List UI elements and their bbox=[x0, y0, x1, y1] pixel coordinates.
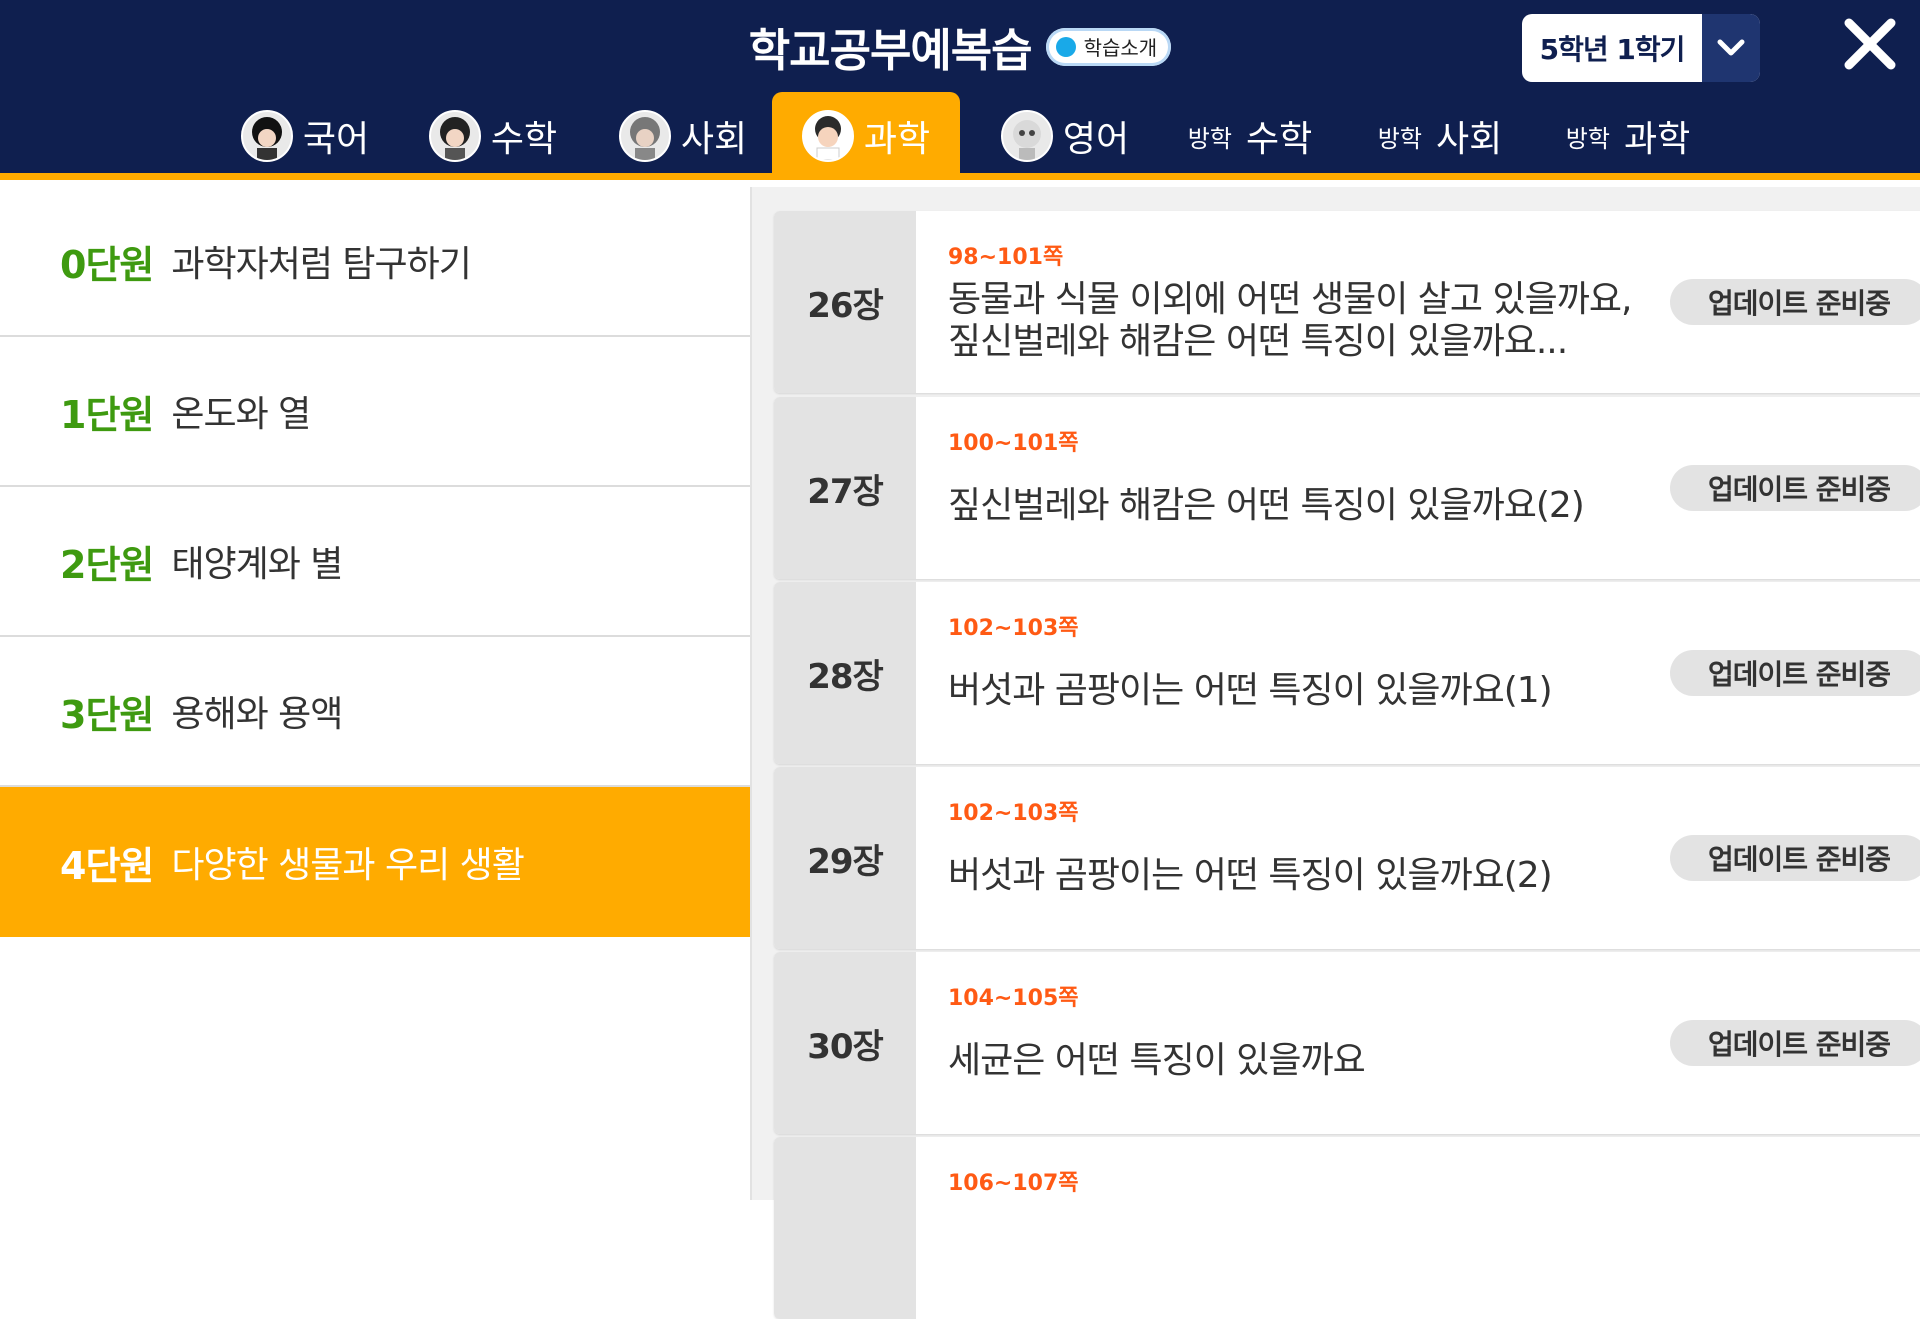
intro-label: 학습소개 bbox=[1083, 36, 1158, 60]
intro-button[interactable]: 학습소개 bbox=[1045, 27, 1172, 66]
unit-number: 3단원 bbox=[60, 692, 154, 737]
top-header: 학교공부예복습 학습소개 5학년 1학기 국어 수학 사회 과학 영어 방학 수… bbox=[0, 0, 1920, 180]
lesson-pages: 102~103쪽 bbox=[948, 801, 1079, 826]
tab-label: 국어 bbox=[302, 119, 370, 160]
english-robot-icon bbox=[1000, 110, 1053, 162]
lesson-title: 버섯과 곰팡이는 어떤 특징이 있을까요(2) bbox=[948, 855, 1553, 896]
unit-number: 0단원 bbox=[60, 242, 154, 287]
lesson-pages: 106~107쪽 bbox=[948, 1171, 1079, 1196]
korean-avatar-icon bbox=[240, 110, 293, 162]
grade-select-value: 5학년 1학기 bbox=[1539, 33, 1686, 66]
dot-icon bbox=[1055, 36, 1076, 57]
tab-vacation-social[interactable]: 방학 사회 bbox=[1365, 92, 1515, 180]
science-avatar-icon bbox=[801, 110, 854, 162]
lesson-item[interactable]: 30장 104~105쪽 세균은 어떤 특징이 있을까요 업데이트 준비중 bbox=[774, 952, 1920, 1134]
lesson-pages: 98~101쪽 bbox=[948, 245, 1064, 270]
unit-item-0[interactable]: 0단원 과학자처럼 탐구하기 bbox=[0, 187, 750, 337]
tab-label: 수학 bbox=[1245, 119, 1313, 160]
unit-name: 과학자처럼 탐구하기 bbox=[171, 244, 472, 285]
lesson-list: 26장 98~101쪽 동물과 식물 이외에 어떤 생물이 살고 있을까요, 짚… bbox=[750, 187, 1920, 1319]
lesson-item[interactable]: 106~107쪽 bbox=[774, 1137, 1920, 1319]
tab-science[interactable]: 과학 bbox=[772, 92, 960, 180]
lesson-number: 29장 bbox=[774, 767, 916, 949]
lesson-item[interactable]: 28장 102~103쪽 버섯과 곰팡이는 어떤 특징이 있을까요(1) 업데이… bbox=[774, 582, 1920, 764]
lesson-item[interactable]: 29장 102~103쪽 버섯과 곰팡이는 어떤 특징이 있을까요(2) 업데이… bbox=[774, 767, 1920, 949]
tab-social[interactable]: 사회 bbox=[608, 92, 758, 180]
unit-number: 4단원 bbox=[60, 843, 154, 888]
tab-math[interactable]: 수학 bbox=[418, 92, 568, 180]
lesson-item[interactable]: 27장 100~101쪽 짚신벌레와 해캄은 어떤 특징이 있을까요(2) 업데… bbox=[774, 397, 1920, 579]
tab-english[interactable]: 영어 bbox=[990, 92, 1140, 180]
unit-item-3[interactable]: 3단원 용해와 용액 bbox=[0, 637, 750, 787]
status-badge: 업데이트 준비중 bbox=[1670, 279, 1920, 325]
grade-select[interactable]: 5학년 1학기 bbox=[1522, 14, 1760, 82]
unit-name: 온도와 열 bbox=[171, 394, 311, 435]
lesson-number: 26장 bbox=[774, 211, 916, 393]
math-avatar-icon bbox=[428, 110, 481, 162]
close-icon[interactable] bbox=[1838, 12, 1902, 76]
unit-item-2[interactable]: 2단원 태양계와 별 bbox=[0, 487, 750, 637]
lesson-pages: 102~103쪽 bbox=[948, 616, 1079, 641]
lesson-number bbox=[774, 1137, 916, 1319]
tab-korean[interactable]: 국어 bbox=[230, 92, 380, 180]
lesson-number: 27장 bbox=[774, 397, 916, 579]
lesson-title: 짚신벌레와 해캄은 어떤 특징이 있을까요(2) bbox=[948, 485, 1585, 526]
tab-label: 과학 bbox=[1623, 119, 1691, 160]
unit-name: 태양계와 별 bbox=[171, 544, 343, 585]
lesson-title: 버섯과 곰팡이는 어떤 특징이 있을까요(1) bbox=[948, 670, 1553, 711]
lesson-title: 세균은 어떤 특징이 있을까요 bbox=[948, 1040, 1366, 1081]
unit-name: 다양한 생물과 우리 생활 bbox=[171, 845, 525, 886]
lesson-number: 28장 bbox=[774, 582, 916, 764]
subject-tabs: 국어 수학 사회 과학 영어 방학 수학 방학 사회 방학 과학 bbox=[0, 92, 1920, 180]
unit-number: 2단원 bbox=[60, 542, 154, 587]
tab-prefix: 방학 bbox=[1187, 124, 1232, 153]
tab-label: 사회 bbox=[1435, 119, 1503, 160]
tab-label: 과학 bbox=[863, 119, 931, 160]
lesson-number: 30장 bbox=[774, 952, 916, 1134]
status-badge: 업데이트 준비중 bbox=[1670, 650, 1920, 696]
chevron-down-icon[interactable] bbox=[1702, 14, 1760, 82]
social-avatar-icon bbox=[618, 110, 671, 162]
tab-label: 영어 bbox=[1062, 119, 1130, 160]
status-badge: 업데이트 준비중 bbox=[1670, 1020, 1920, 1066]
tab-label: 사회 bbox=[680, 119, 748, 160]
tab-vacation-math[interactable]: 방학 수학 bbox=[1175, 92, 1325, 180]
tab-prefix: 방학 bbox=[1565, 124, 1610, 153]
unit-name: 용해와 용액 bbox=[171, 694, 343, 735]
unit-item-1[interactable]: 1단원 온도와 열 bbox=[0, 337, 750, 487]
status-badge: 업데이트 준비중 bbox=[1670, 465, 1920, 511]
lesson-item[interactable]: 26장 98~101쪽 동물과 식물 이외에 어떤 생물이 살고 있을까요, 짚… bbox=[774, 211, 1920, 393]
tab-vacation-science[interactable]: 방학 과학 bbox=[1553, 92, 1703, 180]
lesson-title: 동물과 식물 이외에 어떤 생물이 살고 있을까요, 짚신벌레와 해캄은 어떤 … bbox=[948, 279, 1632, 362]
unit-list: 0단원 과학자처럼 탐구하기 1단원 온도와 열 2단원 태양계와 별 3단원 … bbox=[0, 187, 762, 1200]
unit-number: 1단원 bbox=[60, 392, 154, 437]
unit-item-4[interactable]: 4단원 다양한 생물과 우리 생활 bbox=[0, 787, 762, 937]
tab-label: 수학 bbox=[490, 119, 558, 160]
lesson-pages: 104~105쪽 bbox=[948, 986, 1079, 1011]
app-title: 학교공부예복습 bbox=[748, 24, 1033, 77]
lesson-pages: 100~101쪽 bbox=[948, 431, 1079, 456]
tab-prefix: 방학 bbox=[1377, 124, 1422, 153]
status-badge: 업데이트 준비중 bbox=[1670, 835, 1920, 881]
